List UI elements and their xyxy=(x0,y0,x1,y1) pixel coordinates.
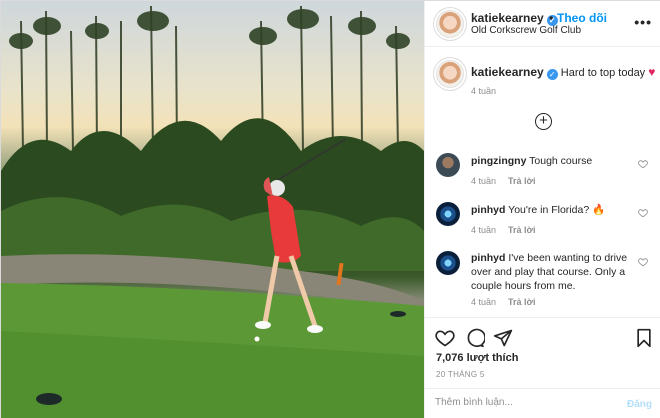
location-link[interactable]: Old Corkscrew Golf Club xyxy=(471,25,581,36)
comment-text: pinhyd You're in Florida? 🔥 xyxy=(471,203,641,217)
verified-badge-icon: ✓ xyxy=(546,69,558,80)
reply-button[interactable]: Trả lời xyxy=(508,225,535,235)
reply-button[interactable]: Trả lời xyxy=(508,176,535,186)
avatar[interactable] xyxy=(436,10,464,38)
comment-meta: 4 tuần Trả lời xyxy=(471,176,535,186)
likes-count[interactable]: 7,076 lượt thích xyxy=(436,352,518,364)
bookmark-save-icon[interactable] xyxy=(635,328,653,348)
comment-timestamp[interactable]: 4 tuần xyxy=(471,297,496,307)
heart-outline-icon[interactable] xyxy=(638,208,648,218)
post-date[interactable]: 20 THÁNG 5 xyxy=(436,370,485,379)
comment-text: pinhyd I've been wanting to drive over a… xyxy=(471,251,641,293)
post-comment-button[interactable]: Đăng xyxy=(627,399,652,410)
heart-outline-icon[interactable] xyxy=(638,159,648,169)
comment-username[interactable]: pinhyd xyxy=(471,204,505,216)
comment-timestamp[interactable]: 4 tuần xyxy=(471,225,496,235)
caption-timestamp[interactable]: 4 tuần xyxy=(471,86,496,96)
like-heart-icon[interactable] xyxy=(435,328,455,348)
comment-input[interactable] xyxy=(435,397,605,408)
share-send-icon[interactable] xyxy=(493,328,513,348)
post-header: katiekearney ✓ • Theo dõi Old Corkscrew G… xyxy=(425,1,660,47)
post-sidebar: katiekearney ✓ • Theo dõi Old Corkscrew G… xyxy=(424,1,660,418)
comment-body: You're in Florida? 🔥 xyxy=(508,204,606,216)
instagram-post: katiekearney ✓ • Theo dõi Old Corkscrew G… xyxy=(0,0,660,418)
heart-outline-icon[interactable] xyxy=(638,257,648,267)
comment-meta: 4 tuần Trả lời xyxy=(471,225,535,235)
reply-button[interactable]: Trả lời xyxy=(508,297,535,307)
caption-username[interactable]: katiekearney xyxy=(471,65,544,79)
post-actions: 7,076 lượt thích 20 THÁNG 5 Đăng xyxy=(425,317,660,418)
comment-body: Tough course xyxy=(529,155,593,167)
username-text[interactable]: katiekearney xyxy=(471,11,544,25)
caption-text: katiekearney ✓ Hard to top today ♥ xyxy=(471,65,656,80)
comment-timestamp[interactable]: 4 tuần xyxy=(471,176,496,186)
comment-meta: 4 tuần Trả lời xyxy=(471,297,535,307)
post-photo[interactable] xyxy=(1,1,424,418)
follow-button[interactable]: Theo dõi xyxy=(557,11,607,25)
caption-avatar[interactable] xyxy=(436,60,464,88)
comment-text: pingzingny Tough course xyxy=(471,154,641,168)
add-comment-bar: Đăng xyxy=(425,388,660,418)
commenter-avatar[interactable] xyxy=(436,153,460,177)
commenter-avatar[interactable] xyxy=(436,202,460,226)
caption-body: Hard to top today xyxy=(560,67,646,79)
comment-bubble-icon[interactable] xyxy=(465,328,485,348)
golf-scene xyxy=(1,5,424,418)
header-username[interactable]: katiekearney ✓ xyxy=(471,11,558,26)
comment-username[interactable]: pingzingny xyxy=(471,155,526,167)
heart-emoji-icon: ♥ xyxy=(648,65,656,79)
comment-username[interactable]: pinhyd xyxy=(471,252,505,264)
separator-dot: • xyxy=(549,11,554,25)
commenter-avatar[interactable] xyxy=(436,251,460,275)
plus-circle-icon[interactable]: + xyxy=(535,113,552,130)
more-options-icon[interactable]: ••• xyxy=(634,14,652,30)
